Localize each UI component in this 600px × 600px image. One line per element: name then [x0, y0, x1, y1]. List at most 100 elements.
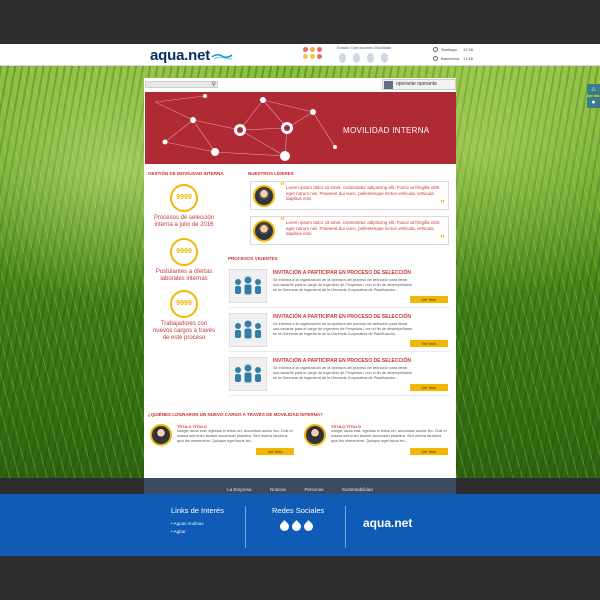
- clock-time: 17:26: [463, 56, 474, 61]
- quote-open-icon: “: [280, 181, 285, 192]
- testimonial-photo: [150, 424, 172, 446]
- procesos-title: PROCESOS VIGENTES: [228, 256, 278, 261]
- clock-city: Barcelona: [441, 56, 460, 61]
- testimonial-text: Integer lacus erat, egestas in tellus ve…: [177, 429, 293, 443]
- process-title[interactable]: INVITACIÓN A PARTICIPAR EN PROCESO DE SE…: [273, 270, 411, 276]
- footer-divider: [345, 506, 346, 548]
- process-title[interactable]: INVITACIÓN A PARTICIPAR EN PROCESO DE SE…: [273, 314, 411, 320]
- social-title: Redes Sociales: [272, 506, 325, 515]
- quote-open-icon: “: [280, 216, 285, 227]
- ver-mas-button[interactable]: Ver Más: [410, 340, 448, 347]
- footer-link-label: Aguas Andinas: [173, 521, 204, 526]
- testimonial-card: TÍTULO TÍTULO Integer lacus erat, egesta…: [304, 424, 454, 456]
- team-icon: [229, 269, 267, 303]
- process-text: Se informa a la organización de la apert…: [273, 278, 413, 292]
- gestion-title: GESTIÓN DE MOVILIDAD INTERNA: [148, 171, 224, 176]
- stat-card: 9999 Procesos de selección interna a jul…: [152, 184, 216, 229]
- ver-mas-button[interactable]: Ver Más: [410, 296, 448, 303]
- status-dot-icon: [303, 54, 308, 59]
- social-drop-icon[interactable]: [278, 520, 291, 533]
- clock-city: Santiago: [441, 47, 457, 52]
- logo[interactable]: aqua.net: [150, 47, 233, 64]
- leader-quote: Lorem ipsum dolor sit amet, consectetur …: [286, 185, 441, 201]
- main-nav: La Empresa Noticias Personas Sustentabil…: [144, 478, 456, 494]
- site-header: aqua.net Estado Operaciones Movilidad Sa…: [0, 44, 600, 66]
- ver-mas-button[interactable]: Ver Más: [410, 384, 448, 391]
- testimonial-text: Integer lacus erat, egestas in tellus ve…: [331, 429, 447, 443]
- clock-time: 17:26: [463, 47, 474, 52]
- clock-row: Santiago 17:26: [433, 46, 473, 54]
- search-icon[interactable]: ⚲: [212, 82, 216, 88]
- status-dot-icon: [317, 54, 322, 59]
- people-icon: [235, 364, 261, 383]
- quienes-title: ¿QUIÉNES LOGRARON UN NUEVO CARGO A TRAVÉ…: [148, 412, 323, 417]
- leader-photo: [253, 220, 275, 242]
- drop-icon: [339, 53, 346, 63]
- stat-label: Trabajadores con nuevos cargos a través …: [152, 321, 216, 341]
- site-footer: Links de Interés • Aguas Andinas • Agbar…: [0, 494, 600, 556]
- team-icon: [229, 313, 267, 347]
- world-clocks: Santiago 17:26 Barcelona 17:26: [433, 46, 473, 64]
- clock-row: Barcelona 17:26: [433, 55, 473, 63]
- footer-logo[interactable]: aqua.net: [363, 516, 412, 530]
- footer-divider: [245, 506, 246, 548]
- clock-icon: [433, 56, 438, 61]
- user-name: operante operante: [396, 81, 437, 87]
- stat-label: Procesos de selección interna a julio de…: [153, 215, 215, 228]
- home-icon[interactable]: ⌂: [587, 84, 600, 95]
- frame-bottom: [0, 556, 600, 600]
- stat-value: 9999: [170, 290, 198, 318]
- stat-card: 9999 Trabajadores con nuevos cargos a tr…: [152, 290, 216, 342]
- quote-close-icon: ”: [440, 234, 445, 245]
- status-indicators: [303, 47, 331, 63]
- people-icon: [235, 320, 261, 339]
- links-title: Links de Interés: [171, 506, 224, 515]
- process-text: Se informa a la organización de la apert…: [273, 366, 413, 380]
- footer-link-label: Agbar: [173, 529, 186, 534]
- status-dot-icon: [303, 47, 308, 52]
- footer-link[interactable]: • Aguas Andinas: [171, 521, 204, 526]
- hero-banner: MOVILIDAD INTERNA: [145, 92, 456, 164]
- search-input[interactable]: ⚲: [145, 81, 218, 88]
- drop-icon: [353, 53, 360, 63]
- side-tabs: ⌂ ●: [587, 84, 600, 110]
- content-panel: ⚲ operante operante MOVILIDAD INTERNA GE…: [144, 78, 456, 478]
- testimonial-photo: [304, 424, 326, 446]
- ver-mas-button[interactable]: Ver Más: [410, 448, 448, 455]
- stat-value: 9999: [170, 238, 198, 266]
- process-item: INVITACIÓN A PARTICIPAR EN PROCESO DE SE…: [228, 266, 450, 308]
- social-drop-icon[interactable]: [302, 520, 315, 533]
- avatar: [384, 81, 393, 89]
- testimonial-card: TÍTULO TÍTULO Integer lacus erat, egesta…: [150, 424, 300, 456]
- leader-card: “ Lorem ipsum dolor sit amet, consectetu…: [250, 216, 449, 245]
- drop-icon: [367, 53, 374, 63]
- hero-title: MOVILIDAD INTERNA: [343, 126, 430, 135]
- stat-label: Postulantes a ofertas laborales internas: [155, 269, 213, 282]
- footer-link[interactable]: • Agbar: [171, 529, 186, 534]
- leaders-title: NUESTROS LÍDERES: [248, 171, 294, 176]
- frame-top: [0, 0, 600, 44]
- stat-card: 9999 Postulantes a ofertas laborales int…: [152, 238, 216, 283]
- status-dot-icon: [310, 54, 315, 59]
- status-dot-icon: [310, 47, 315, 52]
- wave-icon: [211, 54, 233, 60]
- ver-mas-button[interactable]: Ver Más: [256, 448, 294, 455]
- logo-text: aqua.net: [150, 47, 211, 64]
- quote-close-icon: ”: [440, 199, 445, 210]
- process-item: INVITACIÓN A PARTICIPAR EN PROCESO DE SE…: [228, 354, 450, 396]
- process-item: INVITACIÓN A PARTICIPAR EN PROCESO DE SE…: [228, 310, 450, 352]
- drop-icon: [381, 53, 388, 63]
- user-menu[interactable]: operante operante: [382, 79, 456, 90]
- team-icon: [229, 357, 267, 391]
- status-title: Estado Operaciones Movilidad: [337, 45, 392, 50]
- clock-icon: [433, 47, 438, 52]
- operations-status: Estado Operaciones Movilidad: [303, 45, 423, 65]
- stat-value: 9999: [170, 184, 198, 212]
- social-drop-icon[interactable]: [290, 520, 303, 533]
- process-title[interactable]: INVITACIÓN A PARTICIPAR EN PROCESO DE SE…: [273, 358, 411, 364]
- leader-photo: [253, 185, 275, 207]
- leader-quote: Lorem ipsum dolor sit amet, consectetur …: [286, 220, 441, 236]
- people-icon: [235, 276, 261, 295]
- user-icon[interactable]: ●: [587, 97, 600, 108]
- leader-card: “ Lorem ipsum dolor sit amet, consectetu…: [250, 181, 449, 210]
